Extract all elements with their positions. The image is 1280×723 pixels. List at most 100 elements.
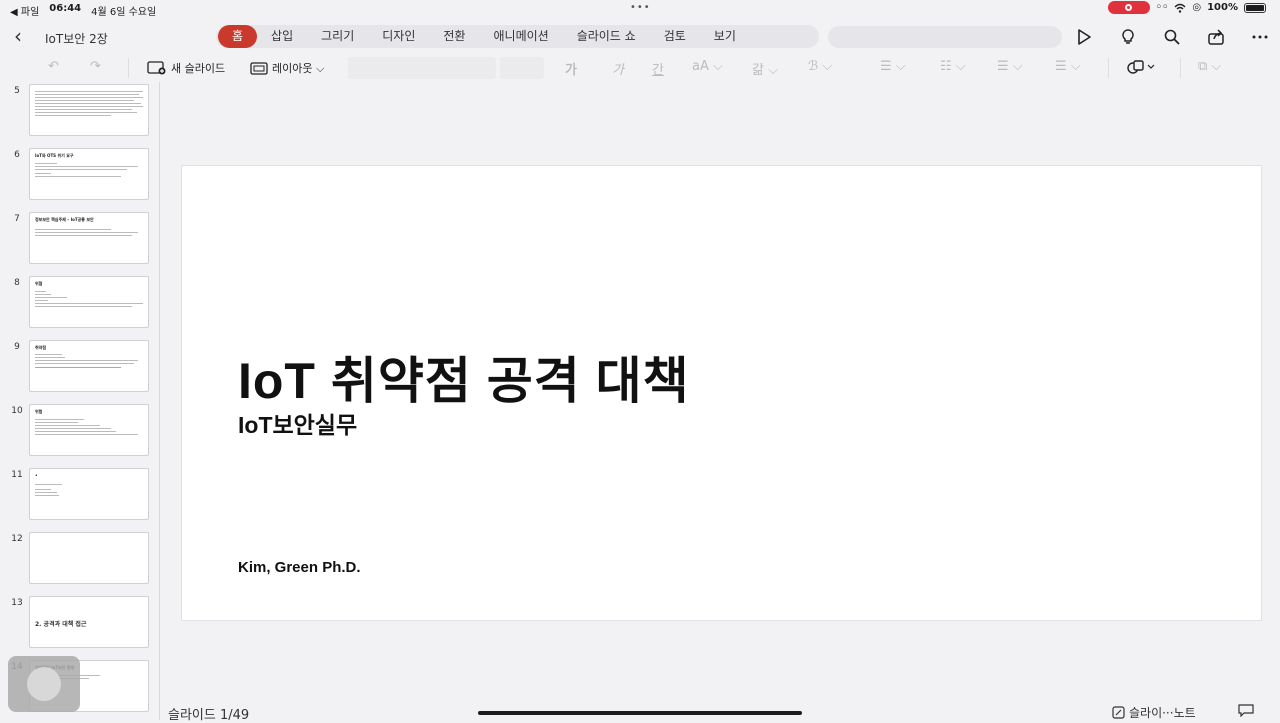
thumbnail-preview[interactable]: • (29, 468, 149, 520)
thumbnail-title: IoT와 OTS 위기 요구 (35, 153, 74, 158)
back-to-app-link[interactable]: ◀ 파일 (10, 3, 39, 18)
thumbnail-slide-13[interactable]: 13 2. 공격과 대책 접근 (0, 594, 159, 650)
tell-me-search-field[interactable] (828, 26, 1062, 48)
thumbnail-number: 11 (11, 470, 23, 480)
screen-record-icon[interactable] (1107, 1, 1150, 14)
comment-icon[interactable] (1238, 704, 1254, 720)
numbering-icon[interactable]: ☷ ⌵ (940, 59, 966, 74)
status-time: 06:44 (49, 3, 82, 14)
align-icon[interactable]: ☰ ⌵ (1055, 59, 1081, 74)
font-size-field[interactable] (500, 57, 544, 79)
thumbnail-slide-8[interactable]: 8 위협 (0, 274, 159, 330)
thumbnail-title: 위협 (35, 281, 43, 286)
indent-icon[interactable]: ☰ ⌵ (997, 59, 1023, 74)
play-icon[interactable] (1072, 25, 1096, 49)
lightbulb-icon[interactable] (1116, 25, 1140, 49)
thumbnail-number: 13 (11, 598, 23, 608)
underline-button[interactable]: 간 (652, 59, 664, 78)
thumbnail-preview[interactable]: 위협 (29, 276, 149, 328)
status-bar: ◀ 파일 06:44 4월 6일 수요일 ••• ◦◦ ◎ 100% (0, 0, 1280, 18)
tab-transitions[interactable]: 전환 (429, 25, 479, 48)
toolbar-divider (1180, 58, 1181, 78)
thumbnail-title: 위험 (35, 409, 43, 414)
slide-counter: 슬라이드 1/49 (168, 708, 250, 723)
top-bar: ‹ IoT보안 2장 홈 삽입 그리기 디자인 전환 애니메이션 슬라이드 쇼 … (0, 22, 1280, 52)
thumbnail-title: • (35, 473, 38, 478)
search-icon[interactable] (1160, 25, 1184, 49)
redo-icon[interactable]: ↷ (90, 59, 101, 74)
toolbar-divider (128, 58, 129, 78)
notes-icon (1112, 706, 1125, 719)
thumbnail-number: 5 (14, 86, 20, 96)
font-size-adjust-button[interactable]: aA ⌵ (692, 59, 723, 74)
thumbnail-title: 정보보안 핵심주제 – IoT공통 보안 (35, 217, 94, 222)
font-name-field[interactable] (348, 57, 496, 79)
document-title[interactable]: IoT보안 2장 (45, 30, 108, 47)
shapes-icon[interactable] (1126, 59, 1156, 79)
status-date: 4월 6일 수요일 (91, 7, 157, 18)
layout-label: 레이아웃 ⌵ (272, 62, 325, 75)
undo-icon[interactable]: ↶ (48, 59, 59, 74)
thumbnail-slide-12[interactable]: 12 (0, 530, 159, 586)
wifi-icon (1174, 3, 1186, 13)
slide-subtitle[interactable]: IoT보안실무 (238, 406, 357, 440)
battery-icon (1244, 2, 1266, 13)
arrange-icon[interactable]: ⧉ ⌵ (1198, 59, 1221, 74)
font-color-button[interactable]: ℬ ⌵ (808, 59, 832, 74)
slide-canvas[interactable]: IoT 취약점 공격 대책 IoT보안실무 Kim, Green Ph.D. (181, 165, 1262, 621)
thumbnail-slide-7[interactable]: 7 정보보안 핵심주제 – IoT공통 보안 (0, 210, 159, 266)
orientation-lock-icon: ◎ (1192, 2, 1202, 13)
thumbnail-preview[interactable]: IoT와 OTS 위기 요구 (29, 148, 149, 200)
thumbnail-preview[interactable]: 2. 공격과 대책 접근 (29, 596, 149, 648)
bullets-icon[interactable]: ☰ ⌵ (880, 59, 906, 74)
tab-draw[interactable]: 그리기 (307, 25, 368, 48)
thumbnail-slide-10[interactable]: 10 위험 (0, 402, 159, 458)
notes-button[interactable]: 슬라이···노트 (1112, 704, 1196, 721)
new-slide-label: 새 슬라이드 (171, 62, 226, 75)
thumbnail-slide-11[interactable]: 11 • (0, 466, 159, 522)
multitask-dots-icon[interactable]: ••• (630, 2, 651, 13)
tab-design[interactable]: 디자인 (368, 25, 429, 48)
share-icon[interactable] (1204, 25, 1228, 49)
notes-label: 슬라이···노트 (1129, 706, 1196, 720)
assistive-touch-button[interactable] (8, 656, 80, 712)
tab-view[interactable]: 보기 (700, 25, 750, 48)
thumbnail-preview[interactable] (29, 532, 149, 584)
home-indicator[interactable] (478, 711, 802, 715)
tab-animations[interactable]: 애니메이션 (479, 25, 562, 48)
thumbnail-number: 6 (14, 150, 20, 160)
signal-icon: ◦◦ (1155, 2, 1169, 13)
ribbon-toolbar: ↶ ↷ 새 슬라이드 레이아웃 ⌵ 가 가 간 aA ⌵ 갊 ⌵ ℬ ⌵ ☰ ⌵… (0, 55, 1280, 81)
thumbnail-preview[interactable]: 위험 (29, 404, 149, 456)
thumbnail-slide-9[interactable]: 9 취약점 (0, 338, 159, 394)
thumbnail-slide-5[interactable]: 5 (0, 82, 159, 138)
thumbnail-number: 10 (11, 406, 23, 416)
thumbnail-title: 2. 공격과 대책 접근 (35, 621, 87, 628)
slide-author[interactable]: Kim, Green Ph.D. (238, 559, 361, 576)
tab-insert[interactable]: 삽입 (257, 25, 307, 48)
layout-button[interactable]: 레이아웃 ⌵ (250, 60, 324, 76)
thumbnail-number: 7 (14, 214, 20, 224)
tab-slideshow[interactable]: 슬라이드 쇼 (563, 25, 650, 48)
thumbnail-slide-6[interactable]: 6 IoT와 OTS 위기 요구 (0, 146, 159, 202)
new-slide-icon (147, 61, 166, 75)
bold-button[interactable]: 가 (565, 59, 577, 78)
new-slide-button[interactable]: 새 슬라이드 (147, 60, 225, 76)
tab-review[interactable]: 검토 (650, 25, 700, 48)
italic-button[interactable]: 가 (612, 59, 624, 78)
thumbnail-preview[interactable]: 취약점 (29, 340, 149, 392)
slide-title[interactable]: IoT 취약점 공격 대책 (238, 341, 690, 413)
tab-home[interactable]: 홈 (218, 25, 258, 48)
back-chevron-icon[interactable]: ‹ (14, 26, 22, 46)
thumbnail-preview[interactable] (29, 84, 149, 136)
thumbnail-title: 취약점 (35, 345, 47, 350)
more-icon[interactable] (1248, 25, 1272, 49)
thumbnail-number: 12 (11, 534, 23, 544)
thumbnail-number: 8 (14, 278, 20, 288)
battery-percent: 100% (1207, 2, 1238, 13)
thumbnail-preview[interactable]: 정보보안 핵심주제 – IoT공통 보안 (29, 212, 149, 264)
slide-thumbnail-panel[interactable]: 5 6 IoT와 OTS 위기 요구 7 정보보안 핵심주제 – IoT공통 보… (0, 82, 160, 720)
ribbon-tabs: 홈 삽입 그리기 디자인 전환 애니메이션 슬라이드 쇼 검토 보기 (216, 25, 819, 48)
toolbar-divider (1108, 58, 1109, 78)
highlight-button[interactable]: 갊 ⌵ (752, 59, 778, 78)
